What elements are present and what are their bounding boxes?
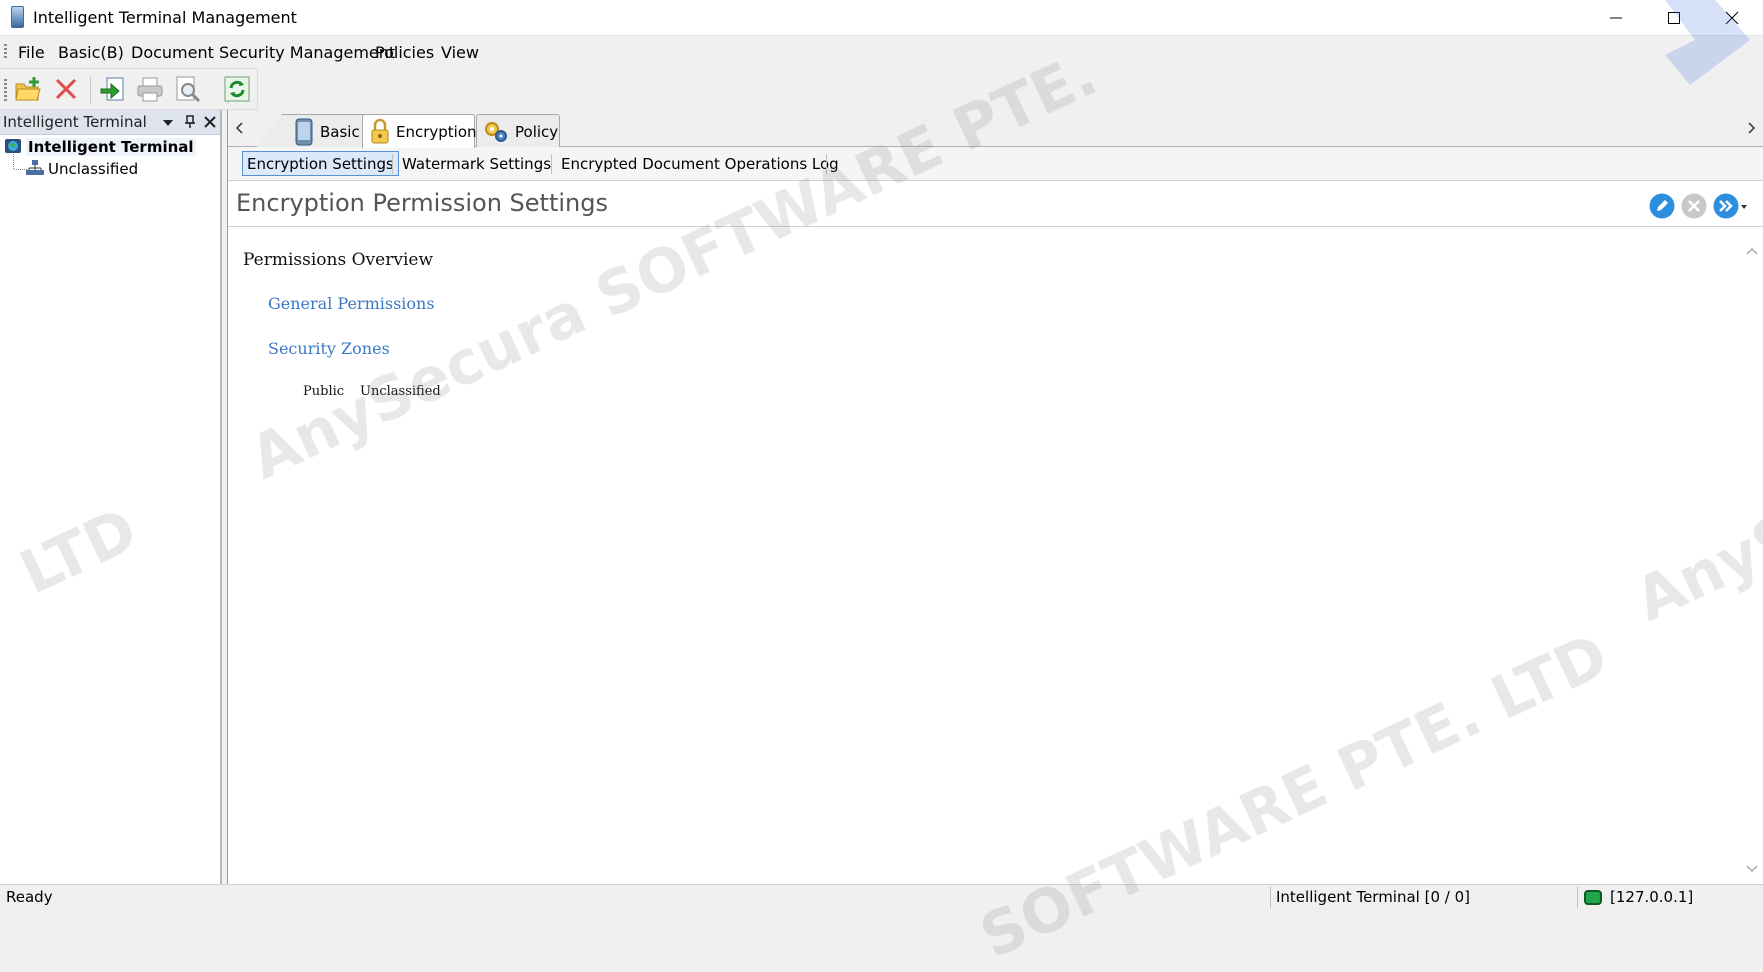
tree-item-unclassified[interactable]: Unclassified	[26, 159, 138, 178]
subtab-watermark-settings[interactable]: Watermark Settings	[397, 151, 556, 176]
phone-icon	[295, 118, 313, 146]
panel-close-button[interactable]	[202, 114, 218, 130]
subtab-separator	[826, 154, 827, 174]
status-divider	[1270, 887, 1271, 908]
terminal-count: Intelligent Terminal [0 / 0]	[1276, 888, 1470, 906]
panel-pin-button[interactable]	[182, 114, 198, 130]
title-bar: Intelligent Terminal Management	[0, 0, 1763, 36]
menu-policies[interactable]: Policies	[375, 43, 434, 62]
zone-level: Unclassified	[360, 384, 441, 399]
permissions-overview-heading: Permissions Overview	[243, 250, 433, 270]
page-title: Encryption Permission Settings	[236, 189, 608, 217]
chevron-down-icon	[1746, 865, 1758, 873]
settings-subtab-bar: Encryption Settings Watermark Settings E…	[228, 147, 1763, 181]
status-divider	[1577, 887, 1578, 908]
scroll-up-button[interactable]	[1745, 244, 1759, 258]
print-button[interactable]	[134, 73, 166, 105]
tab-label: Encryption	[396, 123, 477, 141]
refresh-icon	[224, 76, 250, 102]
menu-file[interactable]: File	[18, 43, 45, 62]
tree-item-intelligent-terminal[interactable]: Intelligent Terminal	[4, 137, 196, 156]
chevron-left-icon	[235, 122, 243, 134]
import-icon	[100, 77, 124, 101]
general-permissions-link[interactable]: General Permissions	[268, 294, 435, 313]
tab-policy[interactable]: Policy	[476, 114, 560, 147]
edit-pencil-icon	[1649, 193, 1675, 219]
cancel-button[interactable]	[1681, 193, 1707, 219]
menu-basic[interactable]: Basic(B)	[58, 43, 124, 62]
toolbar	[0, 68, 258, 110]
scroll-down-button[interactable]	[1745, 862, 1759, 876]
menu-grip[interactable]	[4, 44, 7, 60]
window-title: Intelligent Terminal Management	[33, 8, 297, 27]
server-ip: [127.0.0.1]	[1610, 888, 1694, 906]
toolbar-separator	[90, 76, 91, 104]
tree-item-label: Unclassified	[48, 160, 139, 178]
delete-button[interactable]	[50, 73, 82, 105]
forward-arrows-icon	[1713, 193, 1747, 219]
import-button[interactable]	[97, 73, 129, 105]
close-window-button[interactable]	[1703, 0, 1761, 36]
tab-scroll-left-button[interactable]	[233, 118, 247, 138]
zone-name: Public	[303, 384, 345, 399]
tree-item-label: Intelligent Terminal	[26, 138, 196, 156]
tree-line	[13, 154, 14, 169]
print-preview-button[interactable]	[171, 73, 203, 105]
chevron-up-icon	[1746, 247, 1758, 255]
policy-gear-icon	[485, 122, 507, 142]
pin-icon	[185, 115, 195, 128]
connection-status-icon	[1584, 890, 1602, 905]
minimize-icon	[1610, 17, 1622, 19]
refresh-button[interactable]	[221, 73, 253, 105]
maximize-button[interactable]	[1645, 0, 1703, 36]
lock-icon	[371, 118, 389, 144]
print-icon	[137, 77, 163, 102]
app-icon	[11, 6, 24, 28]
permissions-content: Permissions Overview General Permissions…	[228, 227, 1763, 884]
tab-encryption[interactable]: Encryption	[362, 114, 477, 148]
security-zones-link[interactable]: Security Zones	[268, 339, 390, 358]
panel-title: Intelligent Terminal	[3, 113, 147, 131]
delete-icon	[55, 78, 77, 100]
subtab-separator	[392, 154, 393, 174]
tab-scroll-right-button[interactable]	[1744, 118, 1758, 138]
panel-dropdown-button[interactable]	[160, 114, 176, 130]
chevron-right-icon	[1748, 122, 1756, 134]
main-document-area: Basic Encryption Policy Encryption Setti…	[227, 110, 1763, 884]
menu-bar: File Basic(B) Document Security Manageme…	[0, 36, 1763, 68]
settings-header: Encryption Permission Settings	[228, 181, 1763, 227]
more-actions-button[interactable]	[1713, 193, 1747, 219]
network-group-icon	[26, 160, 44, 175]
menu-document-security[interactable]: Document Security Management	[131, 43, 395, 62]
cancel-icon	[1681, 193, 1707, 219]
chevron-down-icon	[163, 120, 173, 126]
print-preview-icon	[176, 76, 201, 103]
tab-basic[interactable]: Basic	[256, 114, 366, 147]
minimize-button[interactable]	[1587, 0, 1645, 36]
terminal-tree-panel: Intelligent Terminal Intelligent Termina…	[0, 110, 222, 884]
globe-terminal-icon	[5, 139, 21, 153]
panel-header: Intelligent Terminal	[0, 110, 220, 135]
edit-button[interactable]	[1649, 193, 1675, 219]
maximize-icon	[1668, 12, 1680, 24]
menu-view[interactable]: View	[441, 43, 479, 62]
new-folder-icon	[15, 77, 41, 101]
close-icon	[1725, 11, 1739, 25]
tab-label: Policy	[515, 123, 559, 141]
status-text: Ready	[6, 888, 53, 906]
status-bar: Ready Intelligent Terminal [0 / 0] [127.…	[0, 884, 1763, 909]
document-tab-strip: Basic Encryption Policy	[228, 110, 1763, 148]
subtab-encryption-settings[interactable]: Encryption Settings	[242, 151, 399, 176]
toolbar-grip[interactable]	[4, 79, 7, 101]
subtab-separator	[551, 154, 552, 174]
tab-label: Basic	[320, 123, 360, 141]
subtab-encrypted-document-log[interactable]: Encrypted Document Operations Log	[556, 151, 844, 176]
new-button[interactable]	[12, 73, 44, 105]
close-icon	[204, 116, 216, 128]
